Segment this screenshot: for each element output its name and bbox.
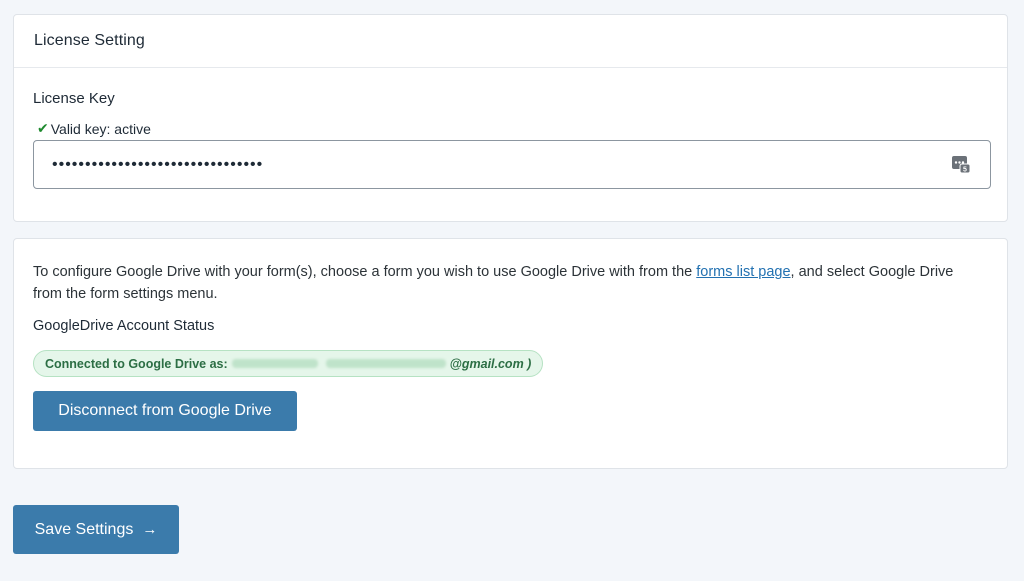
arrow-right-icon: → bbox=[142, 521, 158, 538]
drive-intro-before: To configure Google Drive with your form… bbox=[33, 264, 697, 280]
license-valid-status: ✔ Valid key: active bbox=[33, 120, 989, 137]
license-key-label: License Key bbox=[33, 90, 115, 107]
drive-intro-text: To configure Google Drive with your form… bbox=[33, 261, 983, 305]
google-drive-panel: To configure Google Drive with your form… bbox=[13, 238, 1008, 469]
connected-prefix: Connected to Google Drive as: bbox=[45, 356, 228, 371]
drive-connected-badge: Connected to Google Drive as: @gmail.com… bbox=[33, 350, 544, 377]
password-manager-icon[interactable]: 5 bbox=[951, 154, 971, 174]
license-key-input[interactable] bbox=[34, 141, 990, 188]
license-panel-body: License Key ✔ Valid key: active 5 bbox=[14, 68, 1007, 189]
license-heading: License Setting bbox=[34, 32, 145, 49]
redacted-email-user bbox=[325, 359, 446, 368]
license-setting-panel: License Setting License Key ✔ Valid key:… bbox=[13, 14, 1008, 222]
license-key-field[interactable]: 5 bbox=[33, 140, 991, 189]
svg-text:5: 5 bbox=[963, 167, 967, 174]
save-settings-label: Save Settings bbox=[34, 520, 134, 538]
license-valid-text: Valid key: active bbox=[50, 120, 151, 137]
license-panel-header: License Setting bbox=[14, 15, 1007, 68]
checkmark-icon: ✔ bbox=[37, 120, 49, 136]
google-drive-panel-body: To configure Google Drive with your form… bbox=[14, 239, 1007, 431]
drive-status-title: GoogleDrive Account Status bbox=[33, 318, 215, 334]
forms-list-page-link[interactable]: forms list page bbox=[696, 264, 790, 280]
redacted-account-name bbox=[231, 359, 318, 368]
connected-email-suffix: @gmail.com ) bbox=[449, 356, 532, 371]
disconnect-google-drive-button[interactable]: Disconnect from Google Drive bbox=[33, 391, 297, 431]
save-settings-button[interactable]: Save Settings → bbox=[13, 505, 179, 554]
